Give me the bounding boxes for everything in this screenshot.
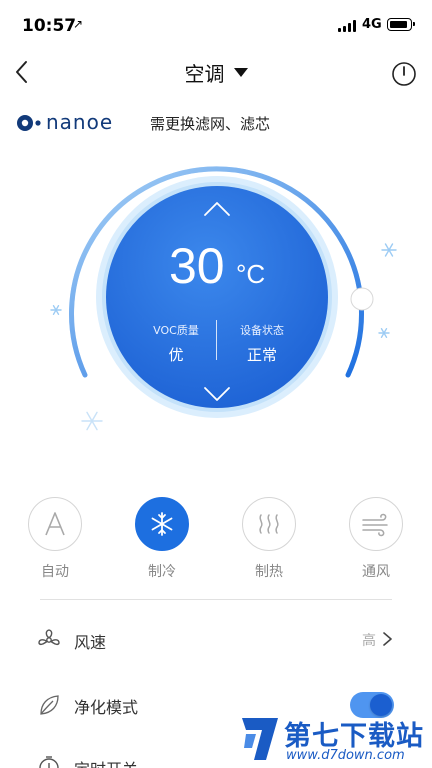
power-icon: [392, 62, 416, 86]
mode-heat[interactable]: 制热: [234, 497, 304, 581]
temperature-down-button[interactable]: [203, 385, 231, 403]
status-bar: 10:57 ↗ 4G: [0, 0, 432, 50]
auto-a-icon: [28, 497, 82, 551]
mode-cool[interactable]: 制冷: [127, 497, 197, 581]
mode-selector: 自动 制冷 制热 通风: [0, 497, 432, 587]
dial-handle[interactable]: [350, 287, 374, 311]
site-watermark: 第七下载站 www.d7down.com: [236, 712, 432, 768]
watermark-logo-icon: [242, 718, 278, 760]
page-title: 空调: [184, 62, 225, 86]
mode-label: 制热: [255, 564, 283, 580]
heat-waves-icon: [242, 497, 296, 551]
mode-label: 通风: [362, 564, 390, 580]
snowflake-icon: [135, 497, 189, 551]
temperature-up-button[interactable]: [203, 200, 231, 218]
temperature-unit: °C: [236, 259, 266, 289]
caret-down-icon: [233, 68, 248, 77]
temperature-value: 30: [169, 238, 225, 294]
timer-label: 定时开关: [74, 756, 138, 768]
mode-label: 自动: [41, 564, 69, 580]
fan-speed-label: 风速: [74, 633, 107, 652]
power-button[interactable]: [390, 60, 418, 88]
filter-warning: 需更换滤网、滤芯: [150, 115, 271, 133]
location-arrow-icon: ↗: [73, 17, 84, 31]
fan-speed-row[interactable]: 风速 高: [36, 619, 398, 659]
nanoe-logo: nanoe: [17, 110, 113, 134]
nanoe-logo-text: nanoe: [46, 110, 113, 134]
chevron-right-icon: [383, 632, 392, 646]
mode-fan[interactable]: 通风: [341, 497, 411, 581]
status-time: 10:57: [22, 16, 77, 36]
leaf-icon: [40, 695, 59, 715]
fan-icon: [38, 629, 60, 646]
watermark-url: www.d7down.com: [286, 748, 405, 763]
mode-auto[interactable]: 自动: [20, 497, 90, 581]
fan-speed-value: 高: [362, 633, 376, 649]
temperature-dial[interactable]: 30 °C VOC质量 优 设备状态 正常: [0, 140, 432, 440]
dial-disc: [106, 186, 328, 408]
timer-icon: [39, 756, 59, 768]
purify-mode-label: 净化模式: [74, 698, 139, 717]
battery-icon: [387, 18, 415, 31]
wind-icon: [349, 497, 403, 551]
device-selector[interactable]: 空调: [0, 58, 432, 87]
signal-icon: [338, 20, 358, 32]
network-type: 4G: [362, 17, 382, 32]
section-divider: [40, 599, 392, 600]
mode-label: 制冷: [148, 564, 176, 580]
